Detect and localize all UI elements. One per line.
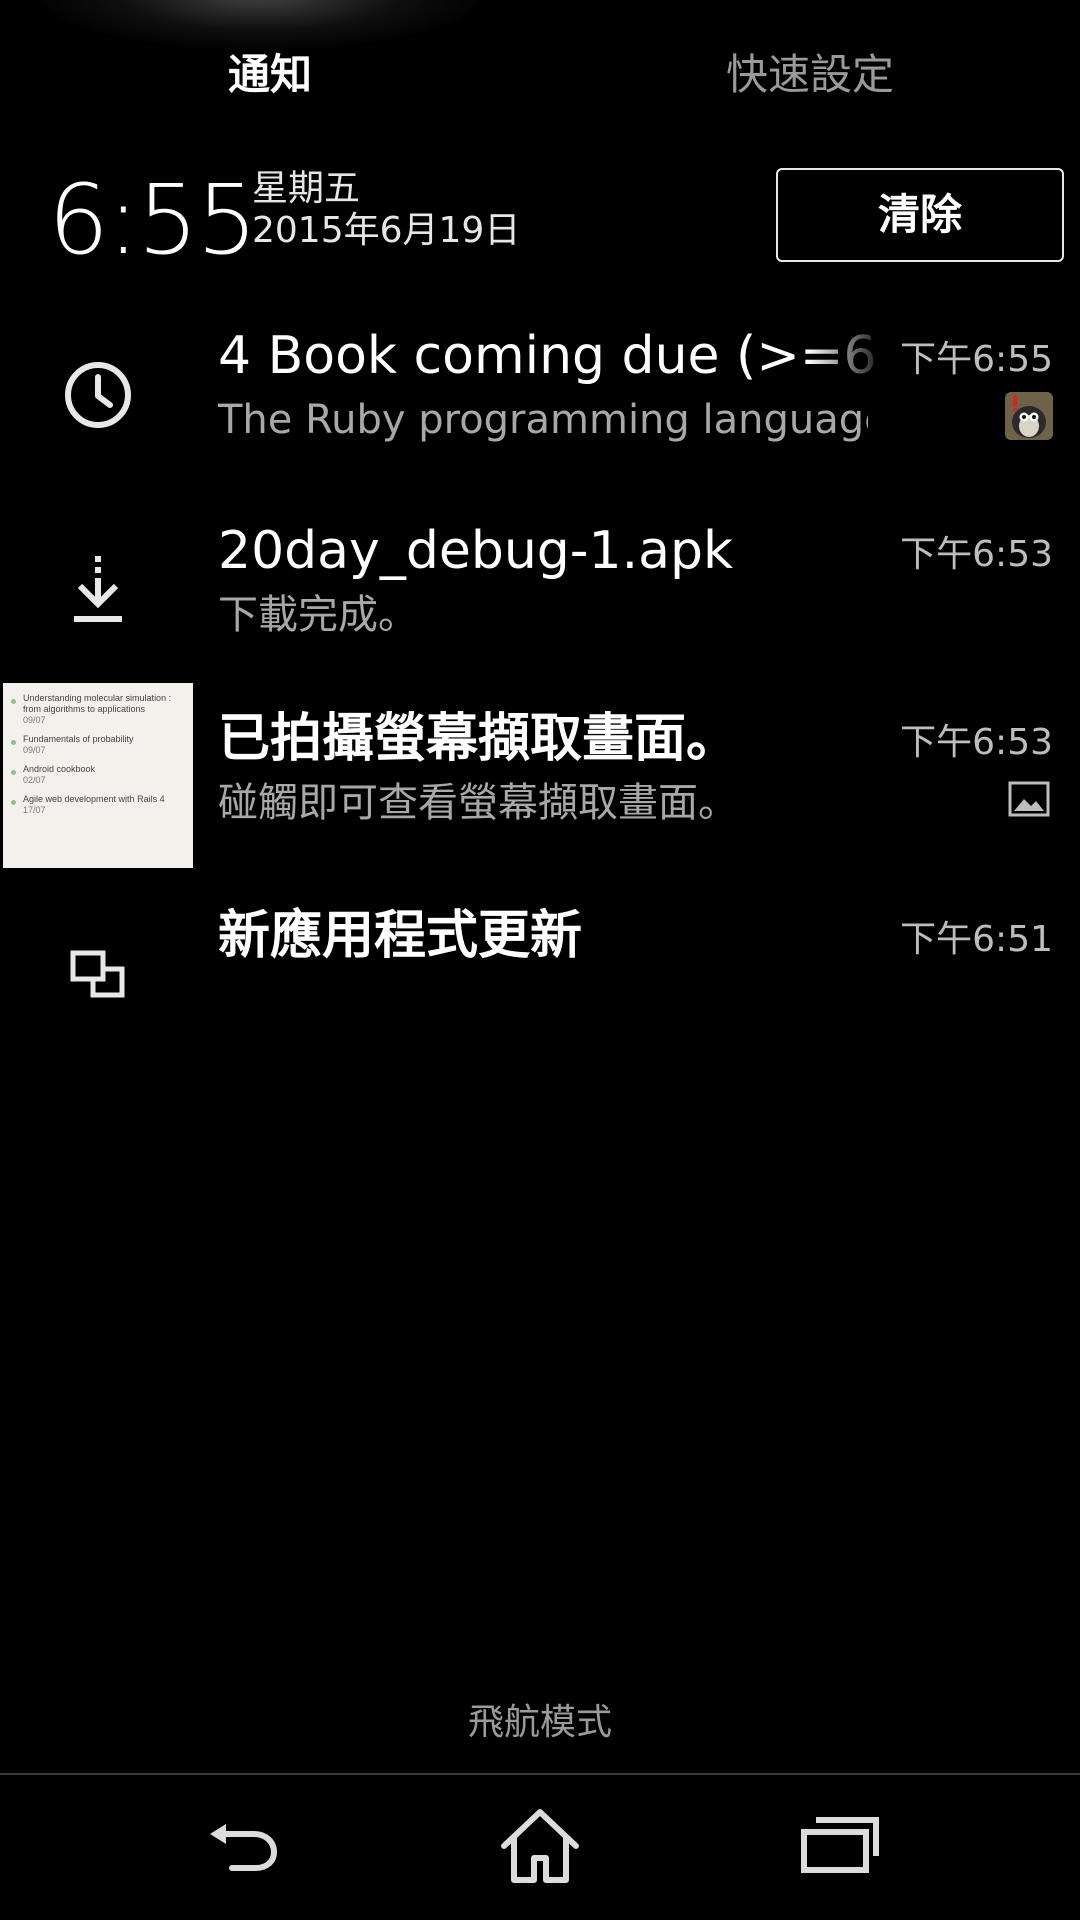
thumbnail-item: Fundamentals of probability 09/07	[9, 734, 187, 756]
notification-title: 20day_debug-1.apk	[218, 521, 734, 581]
weekday: 星期五	[252, 168, 361, 209]
notification-time: 下午6:51	[900, 919, 1053, 960]
date: 2015年6月19日	[252, 210, 521, 251]
notification-download[interactable]: 20day_debug-1.apk 下載完成。 下午6:53	[0, 495, 1080, 685]
shade-tabs: 通知 快速設定	[0, 40, 1080, 110]
app-avatar-icon	[1005, 392, 1053, 440]
thumbnail-item: Android cookbook 02/07	[9, 764, 187, 786]
home-icon	[498, 1808, 582, 1888]
back-button[interactable]	[142, 1775, 342, 1920]
notification-time: 下午6:55	[900, 339, 1053, 380]
home-button[interactable]	[440, 1775, 640, 1920]
back-icon	[202, 1816, 282, 1880]
tab-quick-settings[interactable]: 快速設定	[690, 40, 930, 110]
clear-all-button[interactable]: 清除	[776, 168, 1064, 262]
notification-title: 4 Book coming due (>=6 days	[218, 326, 888, 386]
notification-time: 下午6:53	[900, 534, 1053, 575]
shade-header: 6:55 星期五 2015年6月19日 清除	[0, 160, 1080, 280]
notification-shade: 通知 快速設定 6:55 星期五 2015年6月19日 清除 4 Book co…	[0, 0, 1080, 1920]
navigation-bar	[0, 1775, 1080, 1920]
tab-notifications[interactable]: 通知	[150, 40, 390, 110]
recents-icon	[800, 1816, 880, 1880]
thumbnail-item: Understanding molecular simulation : fro…	[9, 693, 187, 726]
notification-text: 下載完成。	[218, 592, 418, 638]
notification-text: The Ruby programming language	[218, 397, 868, 443]
recents-button[interactable]	[740, 1775, 940, 1920]
image-icon	[1005, 775, 1053, 823]
date-block: 星期五 2015年6月19日	[252, 168, 520, 252]
clock: 6:55	[48, 164, 258, 276]
download-icon	[0, 495, 195, 685]
clock-icon	[0, 300, 195, 490]
notification-title: 已拍攝螢幕擷取畫面。	[218, 709, 739, 769]
screenshot-thumbnail: Understanding molecular simulation : fro…	[3, 683, 193, 868]
app-update-icon	[0, 880, 195, 1070]
notification-book-due[interactable]: 4 Book coming due (>=6 days The Ruby pro…	[0, 300, 1080, 490]
thumbnail-item: Agile web development with Rails 4 17/07	[9, 794, 187, 816]
airplane-mode-label: 飛航模式	[467, 1702, 612, 1743]
notification-time: 下午6:53	[900, 722, 1053, 763]
notification-title: 新應用程式更新	[218, 906, 583, 966]
notification-screenshot[interactable]: Understanding molecular simulation : fro…	[0, 683, 1080, 873]
notification-app-update[interactable]: 新應用程式更新 下午6:51	[0, 880, 1080, 1070]
notification-text: 碰觸即可查看螢幕擷取畫面。	[218, 780, 738, 826]
